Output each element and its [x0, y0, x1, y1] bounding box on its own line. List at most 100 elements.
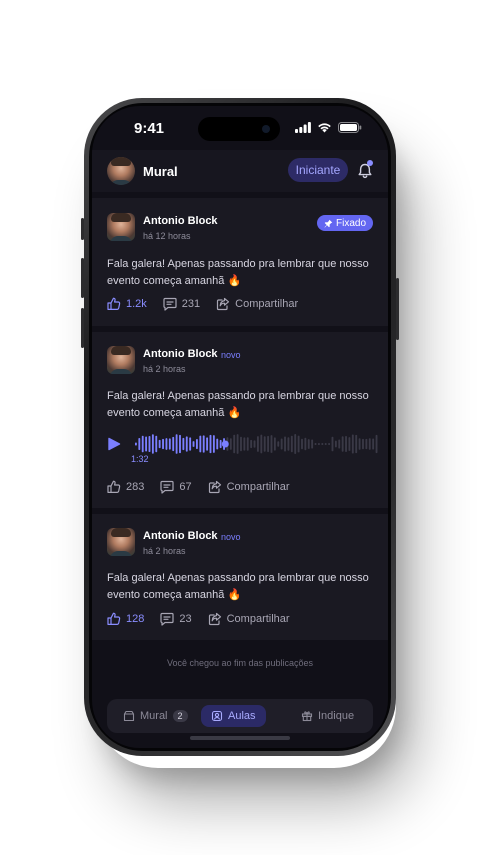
post-card: Antonio Block novo há 2 horas Fala galer… — [92, 514, 388, 640]
waveform-bar — [257, 436, 259, 452]
pin-icon — [324, 219, 333, 227]
home-indicator — [190, 736, 290, 740]
waveform-bar — [311, 439, 314, 449]
post-actions: 1.2k 231 Compartilhar — [107, 297, 314, 311]
waveform-bar — [372, 438, 375, 450]
like-count: 283 — [126, 481, 145, 493]
comment-icon — [163, 297, 177, 311]
tab-aulas-label: Aulas — [228, 710, 256, 722]
tab-indique[interactable]: Indique — [301, 705, 354, 727]
author-avatar[interactable] — [107, 528, 135, 556]
like-button[interactable]: 283 — [107, 480, 144, 494]
waveform-bar — [318, 443, 320, 445]
post-time: há 2 horas — [143, 546, 186, 556]
waveform-bar — [151, 434, 154, 454]
waveform-bar — [212, 435, 215, 453]
feed: Antonio Block há 12 horas Fixado Fala ga… — [92, 198, 388, 656]
share-button[interactable]: Compartilhar — [208, 480, 290, 494]
dynamic-island — [198, 117, 280, 141]
tab-indique-label: Indique — [318, 710, 355, 722]
tab-aulas[interactable]: Aulas — [201, 705, 266, 727]
level-badge[interactable]: Iniciante — [288, 158, 348, 182]
play-icon[interactable] — [107, 437, 121, 451]
like-button[interactable]: 128 — [107, 612, 144, 626]
author-avatar[interactable] — [107, 213, 135, 241]
waveform-bar — [263, 436, 266, 452]
notification-dot — [367, 160, 373, 166]
comment-count: 67 — [179, 481, 192, 493]
waveform-bar — [158, 439, 161, 449]
tab-mural[interactable]: Mural 2 — [123, 705, 188, 727]
waveform-bar — [168, 438, 171, 450]
waveform-bar — [172, 436, 175, 452]
audio-player[interactable]: 1:32 — [107, 432, 379, 468]
status-bar: 9:41 — [92, 106, 388, 150]
waveform-bar — [162, 438, 164, 450]
waveform-bar — [368, 438, 371, 450]
waveform-bar — [365, 438, 368, 450]
waveform-bar — [216, 438, 219, 450]
audio-waveform[interactable] — [135, 432, 379, 456]
waveform-bar — [324, 443, 327, 445]
waveform-bar — [155, 435, 158, 453]
bottom-tab-bar: Mural 2 Aulas Indique — [107, 699, 373, 733]
waveform-bar — [250, 439, 253, 449]
thumbs-up-icon — [107, 612, 121, 625]
waveform-bar — [273, 437, 276, 451]
waveform-bar — [331, 436, 334, 452]
share-button[interactable]: Compartilhar — [216, 297, 298, 311]
volume-down-button — [81, 308, 84, 348]
waveform-bar — [304, 437, 307, 451]
post-card: Antonio Block novo há 2 horas Fala galer… — [92, 332, 388, 508]
waveform-bar — [362, 438, 364, 450]
waveform-bar — [284, 436, 286, 452]
waveform-bar — [229, 438, 232, 450]
phone-screen: 9:41 Mural Iniciante Antonio Block há 12… — [92, 106, 388, 748]
tab-mural-badge: 2 — [172, 710, 188, 722]
author-name[interactable]: Antonio Block — [143, 348, 218, 360]
waveform-bar — [280, 438, 283, 450]
waveform-bar — [233, 434, 236, 454]
status-icons — [295, 122, 362, 133]
thumbs-up-icon — [107, 297, 121, 310]
share-button[interactable]: Compartilhar — [208, 612, 290, 626]
waveform-bar — [351, 434, 354, 454]
waveform-bar — [240, 436, 242, 452]
user-avatar[interactable] — [107, 157, 135, 185]
waveform-bar — [196, 439, 198, 449]
comment-button[interactable]: 67 — [160, 480, 192, 494]
share-label: Compartilhar — [226, 613, 290, 625]
thumbs-up-icon — [107, 480, 121, 493]
author-name[interactable]: Antonio Block — [143, 215, 218, 227]
like-button[interactable]: 1.2k — [107, 297, 147, 311]
author-avatar[interactable] — [107, 346, 135, 374]
share-icon — [208, 612, 221, 626]
share-label: Compartilhar — [235, 298, 299, 310]
scrubber-knob[interactable] — [221, 440, 229, 448]
waveform-bar — [243, 437, 246, 451]
waveform-bar — [175, 434, 178, 454]
comment-button[interactable]: 23 — [160, 612, 192, 626]
like-count: 128 — [126, 613, 145, 625]
waveform-bar — [355, 434, 358, 454]
new-badge: novo — [221, 532, 241, 542]
share-icon — [217, 297, 230, 311]
pinned-label: Fixado — [335, 217, 366, 229]
comment-button[interactable]: 231 — [163, 297, 200, 311]
waveform-bar — [341, 436, 344, 452]
aulas-icon — [211, 710, 223, 722]
power-button — [396, 278, 399, 340]
tab-mural-label: Mural — [140, 710, 168, 722]
like-count: 1.2k — [126, 298, 147, 310]
author-name[interactable]: Antonio Block — [143, 530, 218, 542]
post-time: há 12 horas — [143, 231, 191, 241]
waveform-bar — [277, 441, 280, 447]
waveform-bar — [182, 437, 185, 451]
waveform-bar — [253, 440, 256, 448]
waveform-bar — [148, 435, 151, 453]
waveform-bar — [290, 435, 293, 453]
post-actions: 283 67 Compartilhar — [107, 480, 306, 494]
camera-icon — [262, 125, 270, 133]
waveform-bar — [358, 438, 361, 450]
waveform-bar — [328, 443, 331, 445]
